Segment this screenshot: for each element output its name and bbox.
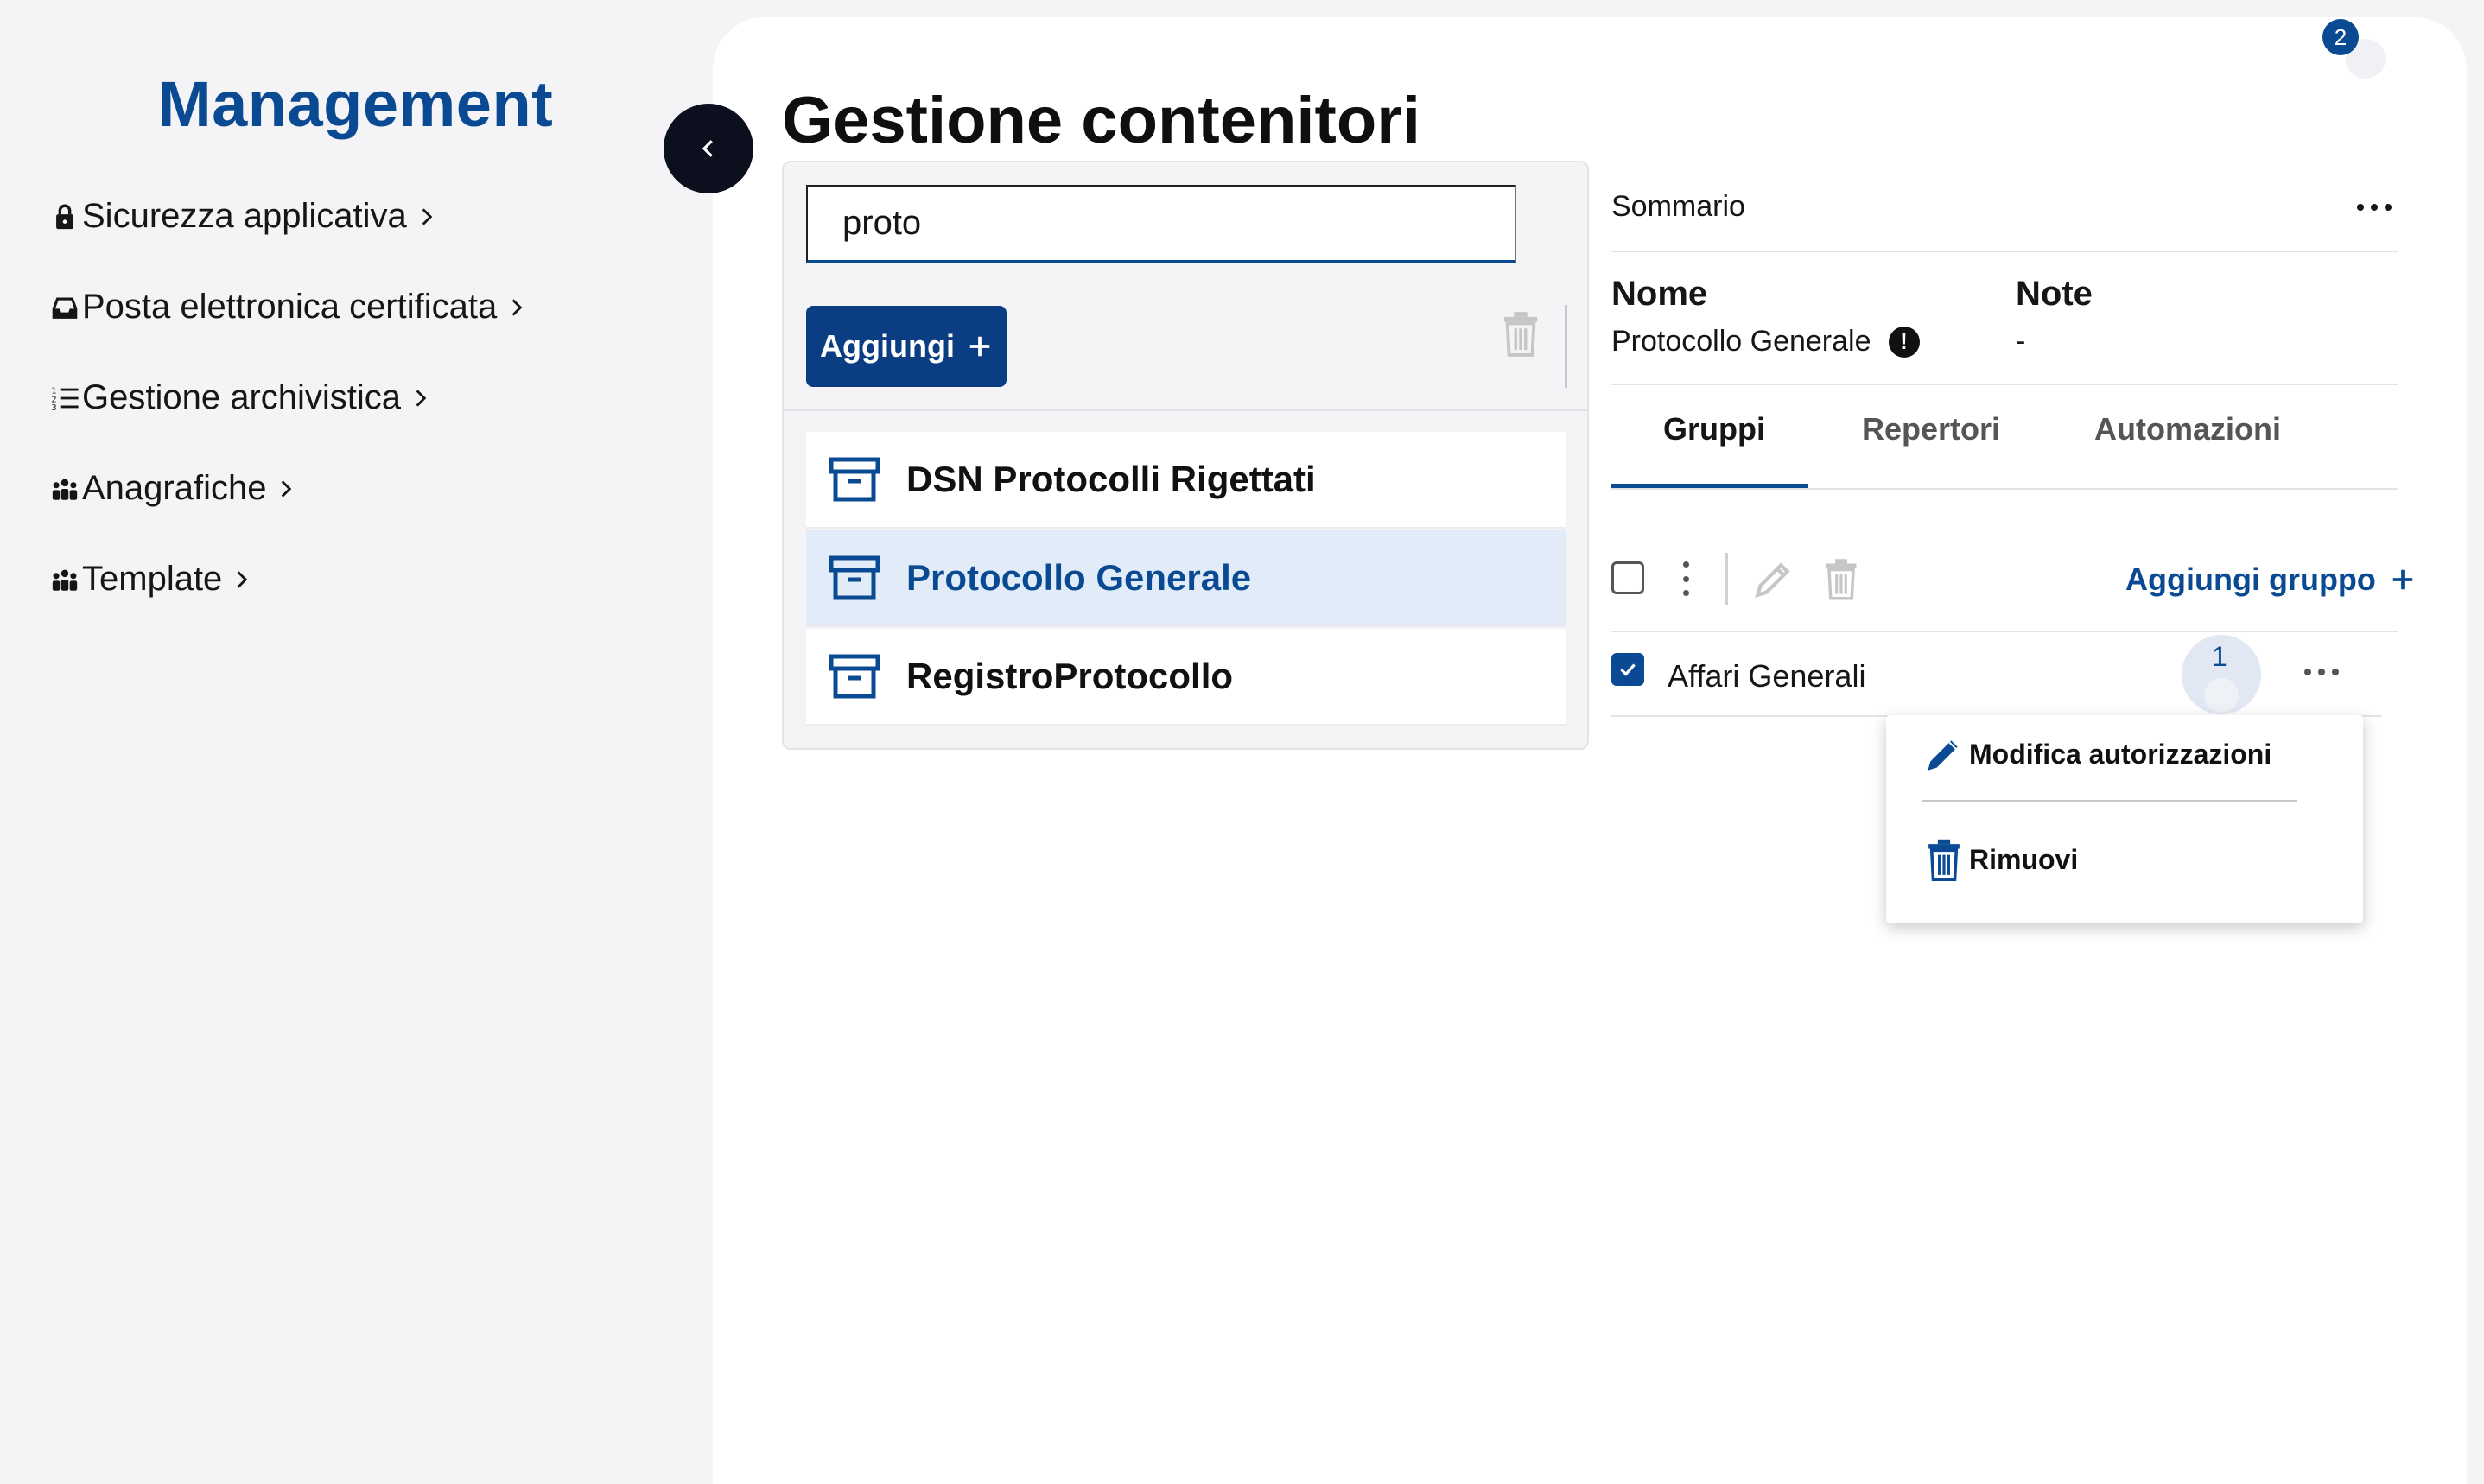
plus-icon — [969, 336, 990, 357]
info-icon[interactable]: ! — [1888, 326, 1920, 358]
menu-item-rimuovi[interactable]: Rimuovi — [1922, 838, 2078, 881]
inbox-icon — [48, 290, 82, 325]
list-item[interactable]: DSN Protocolli Rigettati — [806, 432, 1566, 529]
sidebar-item-anagrafiche[interactable]: Anagrafiche — [48, 469, 297, 508]
group-row-label: Affari Generali — [1668, 658, 1866, 694]
tab-repertori[interactable]: Repertori — [1862, 411, 2000, 447]
numbered-list-icon: 123 — [48, 381, 82, 415]
menu-item-label: Rimuovi — [1969, 843, 2079, 875]
chevron-left-icon — [702, 140, 713, 157]
search-input[interactable] — [806, 185, 1516, 263]
sidebar: Management Sicurezza applicativa Posta e… — [0, 0, 713, 1484]
select-all-checkbox[interactable] — [1611, 561, 1644, 594]
people-icon — [48, 562, 82, 597]
tab-gruppi[interactable]: Gruppi — [1663, 411, 1765, 447]
divider — [1611, 631, 2398, 632]
add-button-label: Aggiungi — [820, 328, 955, 364]
name-value: Protocollo Generale ! — [1611, 325, 1920, 358]
trash-icon[interactable] — [1501, 309, 1541, 358]
sidebar-item-label: Gestione archivistica — [82, 378, 402, 416]
menu-item-modifica-autorizzazioni[interactable]: Modifica autorizzazioni — [1922, 732, 2271, 776]
divider — [1611, 251, 2398, 252]
group-row-overflow-menu-icon[interactable] — [2304, 663, 2339, 681]
group-count-text: 1 — [2212, 641, 2227, 672]
trash-icon[interactable] — [1823, 556, 1859, 601]
note-label: Note — [2016, 275, 2093, 313]
page-title: Gestione contenitori — [782, 84, 1420, 157]
divider — [1611, 384, 2398, 385]
list-item-label: RegistroProtocollo — [906, 656, 1234, 696]
summary-overflow-menu-icon[interactable] — [2357, 199, 2392, 216]
sidebar-item-posta[interactable]: Posta elettronica certificata — [48, 288, 528, 327]
sidebar-item-label: Anagrafiche — [82, 469, 267, 507]
sidebar-item-gestione-archivistica[interactable]: 123 Gestione archivistica — [48, 378, 432, 417]
trash-icon — [1928, 839, 1960, 881]
cursor-indicator — [2204, 678, 2239, 713]
list-item-label: Protocollo Generale — [906, 557, 1252, 598]
list-item-selected[interactable]: Protocollo Generale — [806, 530, 1566, 627]
chevron-right-icon — [275, 478, 297, 500]
menu-item-label: Modifica autorizzazioni — [1969, 738, 2272, 770]
sidebar-collapse-button[interactable] — [664, 104, 753, 193]
sidebar-item-sicurezza[interactable]: Sicurezza applicativa — [48, 197, 438, 236]
chevron-right-icon — [410, 387, 432, 409]
archive-box-icon — [829, 457, 880, 502]
name-value-text: Protocollo Generale — [1611, 325, 1871, 358]
menu-separator — [1922, 800, 2297, 802]
archive-box-icon — [829, 654, 880, 699]
container-list-panel: Aggiungi DSN Protocolli Rigettati Protoc… — [782, 161, 1589, 750]
plus-icon — [2392, 569, 2413, 590]
summary-title: Sommario — [1611, 190, 1745, 223]
sidebar-item-label: Template — [82, 560, 223, 598]
sidebar-item-template[interactable]: Template — [48, 560, 253, 599]
people-icon — [48, 472, 82, 506]
toolbar-divider — [1725, 553, 1728, 605]
group-row-checkbox[interactable] — [1611, 653, 1644, 686]
context-menu: Modifica autorizzazioni Rimuovi — [1886, 715, 2363, 923]
tab-automazioni[interactable]: Automazioni — [2094, 411, 2281, 447]
archive-box-icon — [829, 555, 880, 600]
list-item-label: DSN Protocolli Rigettati — [906, 459, 1316, 499]
list-separator — [784, 409, 1587, 411]
sidebar-item-label: Posta elettronica certificata — [82, 288, 498, 326]
add-button[interactable]: Aggiungi — [806, 306, 1007, 387]
chevron-right-icon — [505, 296, 528, 319]
notification-badge[interactable]: 2 — [2322, 19, 2359, 55]
chevron-right-icon — [416, 206, 438, 228]
pencil-icon[interactable] — [1752, 557, 1795, 600]
toolbar-divider — [1565, 305, 1567, 388]
brand-title: Management — [158, 68, 554, 140]
divider — [1611, 488, 2398, 490]
lock-icon — [48, 200, 82, 234]
add-group-label: Aggiungi gruppo — [2125, 561, 2376, 597]
svg-text:3: 3 — [51, 403, 56, 413]
list-item[interactable]: RegistroProtocollo — [806, 629, 1566, 726]
add-group-button[interactable]: Aggiungi gruppo — [2125, 561, 2416, 598]
note-value: - — [2016, 325, 2026, 358]
chevron-right-icon — [231, 568, 253, 591]
name-label: Nome — [1611, 275, 1708, 313]
checkmark-icon — [1620, 663, 1636, 676]
sidebar-item-label: Sicurezza applicativa — [82, 197, 407, 235]
pencil-icon — [1928, 740, 1958, 771]
kebab-menu-icon[interactable] — [1680, 561, 1691, 596]
